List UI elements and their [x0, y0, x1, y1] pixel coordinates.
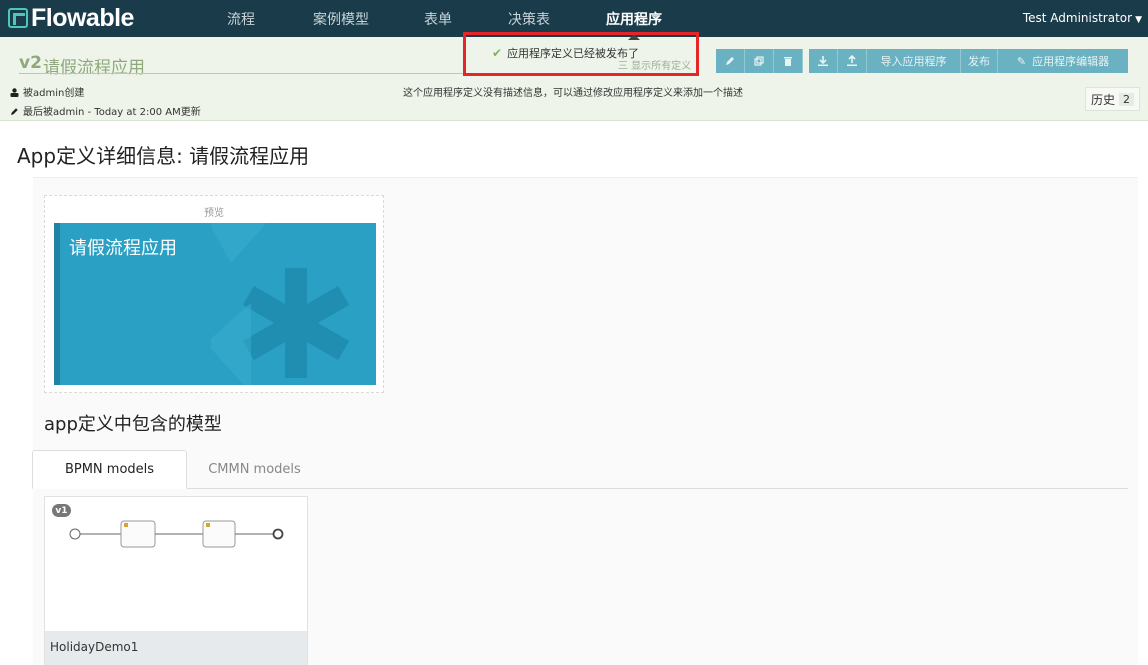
- app-title: 请假流程应用: [43, 58, 145, 78]
- trash-icon: [784, 57, 792, 66]
- flowable-logo-icon: [8, 8, 28, 28]
- chevron-down-icon: ▼: [1135, 15, 1142, 25]
- app-editor-label: 应用程序编辑器: [1032, 55, 1110, 68]
- user-name: Test Administrator: [1022, 11, 1133, 25]
- app-tile[interactable]: 请假流程应用: [54, 223, 376, 385]
- model-name: HolidayDemo1: [50, 640, 139, 654]
- publish-notification: ✔ 应用程序定义已经被发布了: [463, 32, 699, 76]
- download-icon: [818, 56, 828, 66]
- app-preview-card: 预览 请假流程应用: [44, 195, 384, 393]
- app-tile-title: 请假流程应用: [69, 238, 177, 259]
- flowable-logo[interactable]: Flowable: [8, 3, 134, 32]
- user-menu[interactable]: Test Administrator ▼: [1023, 11, 1142, 25]
- nav-item-forms[interactable]: 表单: [424, 9, 452, 29]
- nav-item-decision-tables[interactable]: 决策表: [508, 9, 550, 29]
- pencil-icon: [726, 57, 734, 65]
- check-icon: ✔: [492, 46, 503, 60]
- copy-icon: [754, 56, 764, 66]
- nav-item-apps[interactable]: 应用程序: [606, 9, 662, 29]
- asterisk-icon: [211, 223, 350, 385]
- user-icon: [10, 88, 19, 97]
- tab-cmmn-models[interactable]: CMMN models: [192, 450, 317, 489]
- pencil-icon: [10, 107, 19, 116]
- preview-label: 预览: [204, 208, 224, 219]
- model-tabs: BPMN models CMMN models: [32, 450, 1128, 489]
- tab-bpmn-models[interactable]: BPMN models: [32, 450, 187, 489]
- edit-icon: ✎: [1016, 54, 1027, 68]
- notification-text: 应用程序定义已经被发布了: [507, 47, 640, 60]
- nav-item-processes[interactable]: 流程: [227, 9, 255, 29]
- logo-text: Flowable: [31, 3, 134, 32]
- edit-button[interactable]: [716, 49, 745, 73]
- delete-button[interactable]: [774, 49, 803, 73]
- model-card[interactable]: v1 HolidayDemo1: [44, 496, 308, 665]
- export-icon: [847, 55, 857, 66]
- created-by: 被admin创建: [10, 84, 84, 99]
- bpmn-diagram-thumbnail: [69, 520, 284, 548]
- nav-item-case-models[interactable]: 案例模型: [313, 9, 369, 29]
- history-button[interactable]: 历史 2: [1085, 87, 1140, 111]
- last-updated: 最后被admin - Today at 2:00 AM更新: [10, 103, 201, 118]
- updated-text: 最后被admin - Today at 2:00 AM更新: [23, 107, 201, 118]
- import-app-button[interactable]: 导入应用程序: [867, 49, 961, 73]
- app-editor-button[interactable]: ✎ 应用程序编辑器: [998, 49, 1128, 73]
- publish-button[interactable]: 发布: [961, 49, 998, 73]
- app-description: 这个应用程序定义没有描述信息，可以通过修改应用程序定义来添加一个描述: [403, 88, 743, 99]
- export-button[interactable]: [838, 49, 867, 73]
- created-text: 被admin创建: [23, 88, 85, 99]
- history-label: 历史: [1090, 92, 1115, 107]
- history-count-badge: 2: [1119, 92, 1134, 106]
- duplicate-button[interactable]: [745, 49, 774, 73]
- models-section-title: app定义中包含的模型: [44, 414, 222, 435]
- version-label: v2: [19, 53, 42, 73]
- toolbar: 导入应用程序 发布 ✎ 应用程序编辑器: [716, 49, 1128, 73]
- download-button[interactable]: [809, 49, 838, 73]
- page-title: App定义详细信息: 请假流程应用: [17, 144, 310, 168]
